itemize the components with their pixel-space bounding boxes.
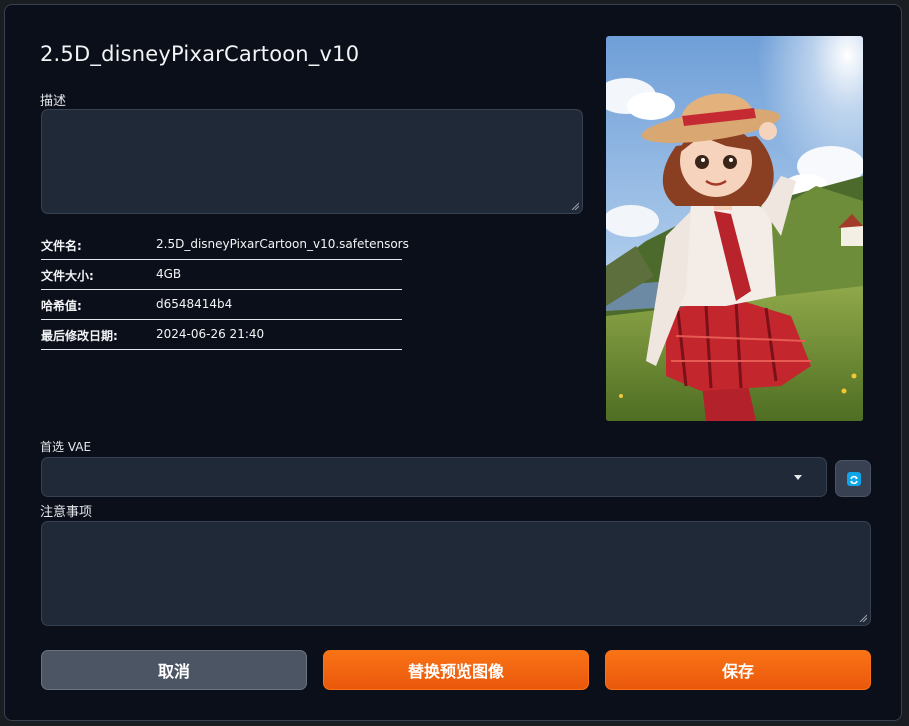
info-key: 哈希值: [41,299,82,313]
info-value: d6548414b4 [156,297,233,311]
info-row-modified: 最后修改日期: 2024-06-26 21:40 [41,320,402,350]
vae-select[interactable] [41,457,827,497]
info-key: 最后修改日期: [41,329,118,343]
file-info-table: 文件名: 2.5D_disneyPixarCartoon_v10.safeten… [41,230,409,350]
resize-grip-icon[interactable] [859,614,867,622]
info-value: 2024-06-26 21:40 [156,327,265,341]
info-value: 4GB [156,267,182,281]
notes-label: 注意事项 [40,505,93,520]
info-row-filesize: 文件大小: 4GB [41,260,402,290]
notes-textarea[interactable] [41,521,871,626]
resize-grip-icon[interactable] [571,202,579,210]
save-button[interactable]: 保存 [605,650,871,690]
description-textarea[interactable] [41,109,583,214]
vae-label: 首选 VAE [40,440,92,454]
info-value: 2.5D_disneyPixarCartoon_v10.safetensors [156,237,409,251]
cancel-button[interactable]: 取消 [41,650,307,690]
refresh-vae-button[interactable] [835,460,871,497]
description-label: 描述 [40,94,67,109]
model-title: 2.5D_disneyPixarCartoon_v10 [40,42,360,66]
model-edit-dialog: 2.5D_disneyPixarCartoon_v10 描述 文件名: 2.5D… [4,4,902,721]
chevron-down-icon[interactable] [794,475,802,480]
info-key: 文件大小: [41,269,94,283]
refresh-icon [847,472,861,486]
replace-preview-button[interactable]: 替换预览图像 [323,650,589,690]
info-row-hash: 哈希值: d6548414b4 [41,290,402,320]
info-key: 文件名: [41,239,82,253]
preview-image [606,36,863,421]
info-row-filename: 文件名: 2.5D_disneyPixarCartoon_v10.safeten… [41,230,409,260]
